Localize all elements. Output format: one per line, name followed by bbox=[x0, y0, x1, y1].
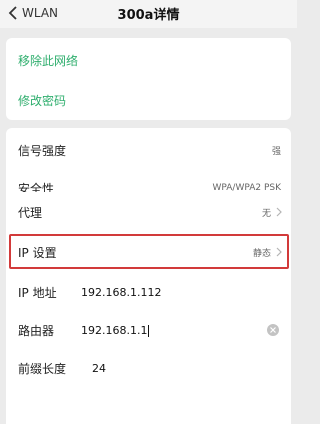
clear-input-button[interactable] bbox=[267, 324, 279, 336]
ip-settings-label: IP 设置 bbox=[18, 245, 57, 260]
chevron-right-icon bbox=[276, 247, 282, 257]
text-caret bbox=[148, 324, 150, 337]
ip-address-label: IP 地址 bbox=[18, 285, 57, 300]
top-bar: WLAN 300a详情 bbox=[0, 0, 297, 28]
ip-settings-value: 静态 bbox=[252, 248, 271, 259]
prefix-length-label: 前缀长度 bbox=[18, 361, 67, 376]
ip-address-field[interactable]: 192.168.1.112 bbox=[81, 286, 161, 299]
ip-address-row[interactable]: IP 地址 192.168.1.112 bbox=[6, 272, 291, 312]
ip-settings-row[interactable]: IP 设置 静态 bbox=[6, 232, 291, 272]
signal-strength-label: 信号强度 bbox=[18, 143, 67, 158]
change-password-button[interactable]: 修改密码 bbox=[6, 80, 291, 120]
router-value: 192.168.1.1 bbox=[81, 323, 148, 337]
signal-strength-row: 信号强度 强 bbox=[6, 130, 291, 170]
page-title: 300a详情 bbox=[117, 8, 180, 23]
router-field[interactable]: 192.168.1.1 bbox=[81, 323, 150, 337]
chevron-right-icon bbox=[276, 207, 282, 217]
router-label: 路由器 bbox=[18, 323, 55, 338]
close-icon bbox=[270, 327, 276, 333]
settings-card: 代理 无 IP 设置 静态 IP 地址 192.168.1.112 路由器 19… bbox=[6, 192, 291, 424]
prefix-length-field[interactable]: 24 bbox=[92, 362, 106, 375]
signal-strength-value: 强 bbox=[271, 146, 281, 157]
change-password-label: 修改密码 bbox=[18, 93, 67, 108]
forget-network-label: 移除此网络 bbox=[18, 53, 79, 68]
router-row[interactable]: 路由器 192.168.1.1 bbox=[6, 310, 291, 350]
proxy-label: 代理 bbox=[18, 205, 43, 220]
proxy-row[interactable]: 代理 无 bbox=[6, 192, 291, 232]
forget-network-button[interactable]: 移除此网络 bbox=[6, 40, 291, 80]
prefix-length-row[interactable]: 前缀长度 24 bbox=[6, 348, 291, 388]
actions-card: 移除此网络 修改密码 bbox=[6, 38, 291, 120]
proxy-value: 无 bbox=[261, 208, 271, 219]
